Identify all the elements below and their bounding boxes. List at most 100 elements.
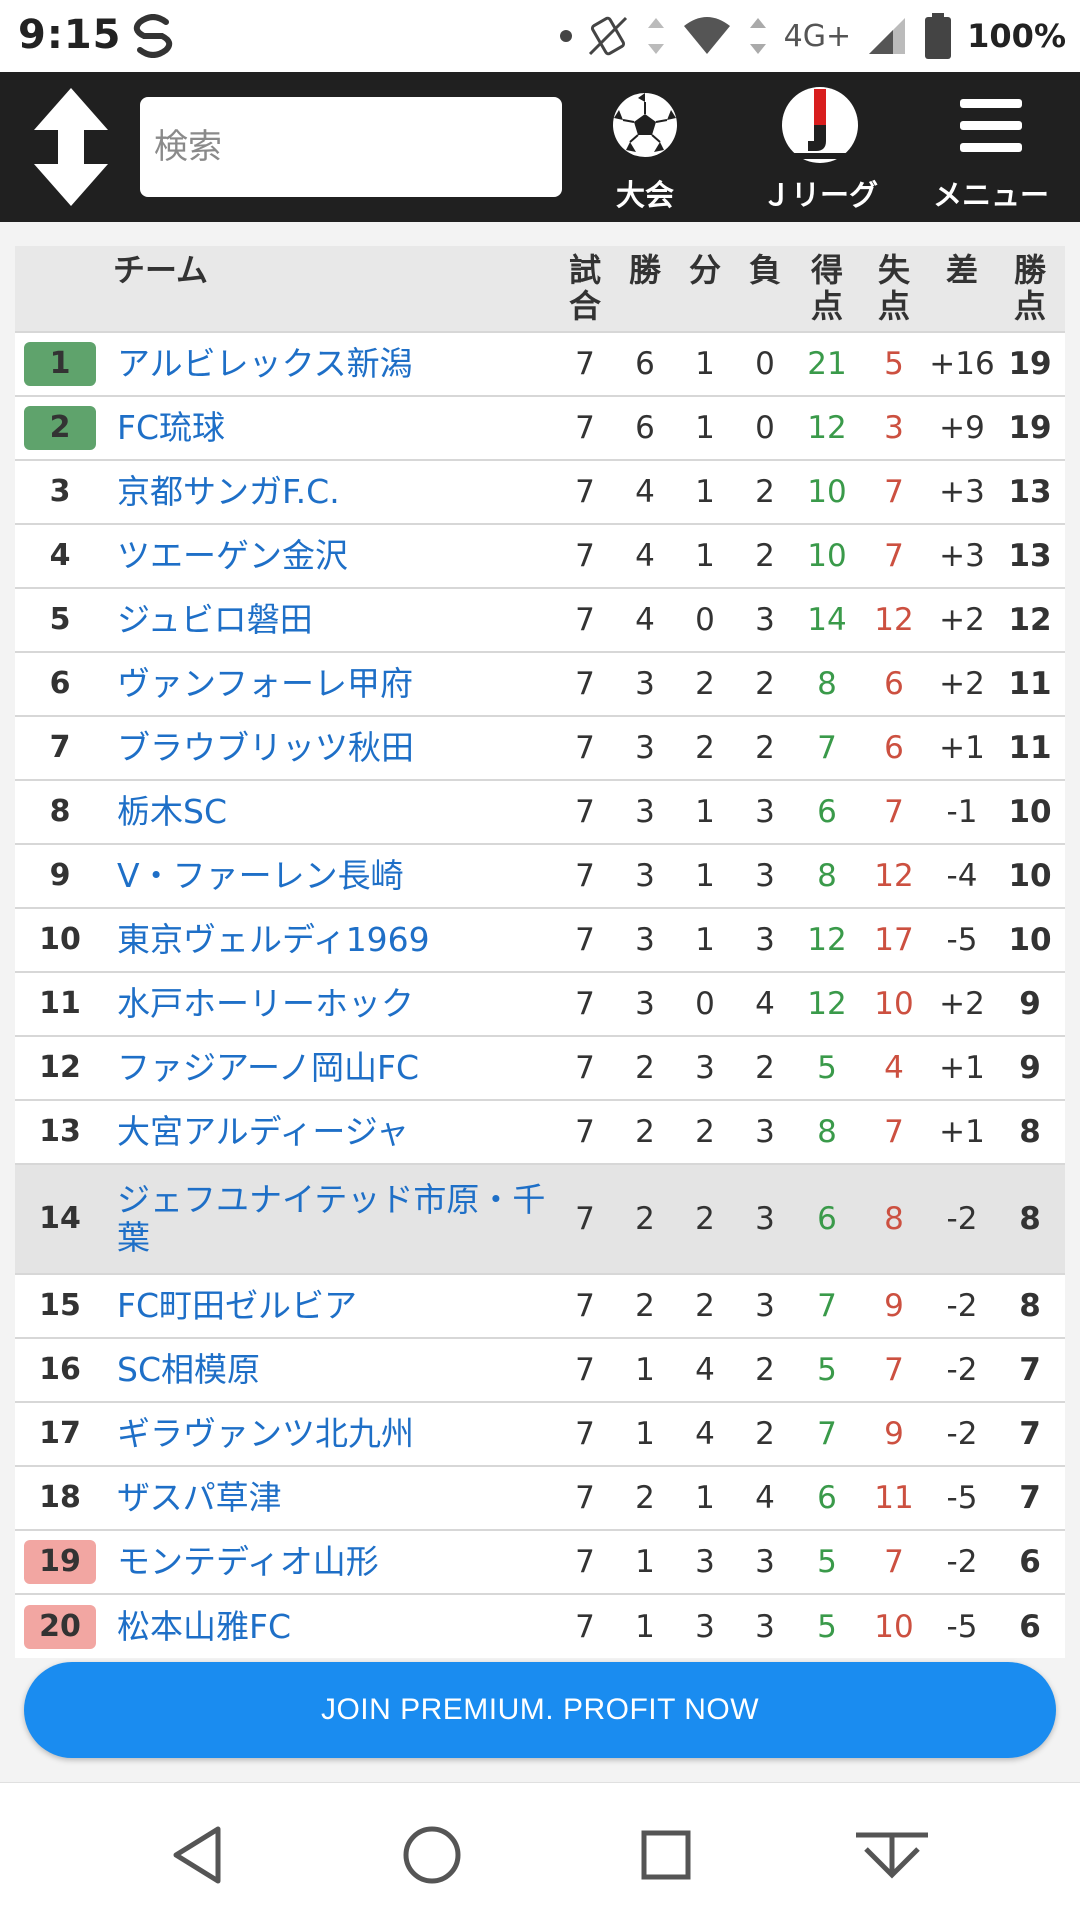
points-cell: 19: [995, 395, 1066, 460]
goals-against-cell: 5: [859, 331, 930, 396]
table-row[interactable]: 20 松本山雅FC 7 1 3 3 5 10 -5 6: [15, 1593, 1066, 1658]
goal-diff-cell: -1: [929, 779, 996, 844]
team-link[interactable]: SC相模原: [105, 1337, 556, 1402]
hide-keyboard-button[interactable]: [852, 1815, 932, 1895]
table-row[interactable]: 12 ファジアーノ岡山FC 7 2 3 2 5 4 +1 9: [15, 1035, 1066, 1100]
goals-for-cell: 12: [795, 907, 860, 972]
draw-cell: 2: [675, 715, 736, 780]
scroll-updown-icon[interactable]: [26, 86, 116, 208]
goals-for-cell: 12: [795, 395, 860, 460]
rank-badge: 11: [39, 986, 81, 1021]
played-cell: 7: [555, 1099, 616, 1164]
goals-against-cell: 6: [859, 651, 930, 716]
team-link[interactable]: ファジアーノ岡山FC: [105, 1035, 556, 1100]
loss-cell: 0: [735, 331, 796, 396]
table-row[interactable]: 1 アルビレックス新潟 7 6 1 0 21 5 +16 19: [15, 331, 1066, 396]
table-row[interactable]: 2 FC琉球 7 6 1 0 12 3 +9 19: [15, 395, 1066, 460]
search-input[interactable]: [140, 97, 562, 197]
table-row[interactable]: 8 栃木SC 7 3 1 3 6 7 -1 10: [15, 779, 1066, 844]
team-link[interactable]: 京都サンガF.C.: [105, 459, 556, 524]
recents-button[interactable]: [626, 1815, 706, 1895]
win-cell: 2: [615, 1163, 676, 1274]
team-link[interactable]: モンテディオ山形: [105, 1529, 556, 1594]
team-link[interactable]: ザスパ草津: [105, 1465, 556, 1530]
nav-menu[interactable]: メニュー: [924, 82, 1058, 214]
status-time: 9:15: [18, 12, 122, 58]
table-row[interactable]: 15 FC町田ゼルビア 7 2 2 3 7 9 -2 8: [15, 1273, 1066, 1338]
goal-diff-cell: -2: [929, 1401, 996, 1466]
team-link[interactable]: ヴァンフォーレ甲府: [105, 651, 556, 716]
played-cell: 7: [555, 1593, 616, 1658]
draw-cell: 2: [675, 1273, 736, 1338]
app-notification-icon: [133, 14, 173, 58]
team-link[interactable]: FC琉球: [105, 395, 556, 460]
goals-against-cell: 7: [859, 1337, 930, 1402]
rank-cell: 7: [15, 715, 105, 780]
team-link[interactable]: FC町田ゼルビア: [105, 1273, 556, 1338]
goals-for-cell: 10: [795, 523, 860, 588]
header-draw: 分: [675, 246, 736, 332]
table-row[interactable]: 5 ジュビロ磐田 7 4 0 3 14 12 +2 12: [15, 587, 1066, 652]
table-row[interactable]: 11 水戸ホーリーホック 7 3 0 4 12 10 +2 9: [15, 971, 1066, 1036]
draw-cell: 1: [675, 459, 736, 524]
goal-diff-cell: +3: [929, 459, 996, 524]
team-link[interactable]: ツエーゲン金沢: [105, 523, 556, 588]
team-link[interactable]: 松本山雅FC: [105, 1593, 556, 1658]
table-row[interactable]: 10 東京ヴェルディ1969 7 3 1 3 12 17 -5 10: [15, 907, 1066, 972]
points-cell: 7: [995, 1401, 1066, 1466]
table-row[interactable]: 19 モンテディオ山形 7 1 3 3 5 7 -2 6: [15, 1529, 1066, 1594]
draw-cell: 3: [675, 1593, 736, 1658]
draw-cell: 3: [675, 1529, 736, 1594]
rank-badge: 17: [39, 1416, 81, 1451]
jleague-logo-icon: [782, 87, 858, 163]
team-link[interactable]: ジュビロ磐田: [105, 587, 556, 652]
team-link[interactable]: ジェフユナイテッド市原・千葉: [105, 1163, 556, 1274]
home-button[interactable]: [392, 1815, 472, 1895]
table-row[interactable]: 13 大宮アルディージャ 7 2 2 3 8 7 +1 8: [15, 1099, 1066, 1164]
draw-cell: 0: [675, 971, 736, 1036]
rank-badge: 5: [49, 602, 71, 637]
table-row[interactable]: 14 ジェフユナイテッド市原・千葉 7 2 2 3 6 8 -2 8: [15, 1163, 1066, 1274]
nav-jleague[interactable]: Ｊリーグ: [755, 82, 885, 214]
network-type: 4G+: [783, 18, 852, 54]
played-cell: 7: [555, 1273, 616, 1338]
premium-cta-button[interactable]: JOIN PREMIUM. PROFIT NOW: [24, 1662, 1056, 1758]
battery-icon: [925, 13, 952, 59]
played-cell: 7: [555, 1465, 616, 1530]
team-link[interactable]: 大宮アルディージャ: [105, 1099, 556, 1164]
status-icons: 4G+ 100%: [559, 10, 1066, 62]
table-row[interactable]: 6 ヴァンフォーレ甲府 7 3 2 2 8 6 +2 11: [15, 651, 1066, 716]
team-link[interactable]: ブラウブリッツ秋田: [105, 715, 556, 780]
team-link[interactable]: ギラヴァンツ北九州: [105, 1401, 556, 1466]
header-goal-diff: 差: [929, 246, 996, 332]
draw-cell: 1: [675, 779, 736, 844]
played-cell: 7: [555, 971, 616, 1036]
goals-against-cell: 17: [859, 907, 930, 972]
team-link[interactable]: アルビレックス新潟: [105, 331, 556, 396]
team-link[interactable]: 東京ヴェルディ1969: [105, 907, 556, 972]
points-cell: 10: [995, 907, 1066, 972]
back-button[interactable]: [158, 1815, 238, 1895]
draw-cell: 1: [675, 395, 736, 460]
nav-tournament[interactable]: 大会: [595, 82, 695, 214]
rank-cell: 6: [15, 651, 105, 716]
team-link[interactable]: 栃木SC: [105, 779, 556, 844]
table-row[interactable]: 4 ツエーゲン金沢 7 4 1 2 10 7 +3 13: [15, 523, 1066, 588]
goals-for-cell: 21: [795, 331, 860, 396]
header-points: 勝点: [995, 246, 1066, 332]
points-cell: 9: [995, 1035, 1066, 1100]
table-row[interactable]: 3 京都サンガF.C. 7 4 1 2 10 7 +3 13: [15, 459, 1066, 524]
draw-cell: 4: [675, 1337, 736, 1402]
loss-cell: 3: [735, 1099, 796, 1164]
goal-diff-cell: +16: [929, 331, 996, 396]
team-link[interactable]: 水戸ホーリーホック: [105, 971, 556, 1036]
table-row[interactable]: 9 V・ファーレン長崎 7 3 1 3 8 12 -4 10: [15, 843, 1066, 908]
table-row[interactable]: 16 SC相模原 7 1 4 2 5 7 -2 7: [15, 1337, 1066, 1402]
win-cell: 3: [615, 907, 676, 972]
points-cell: 10: [995, 843, 1066, 908]
table-row[interactable]: 7 ブラウブリッツ秋田 7 3 2 2 7 6 +1 11: [15, 715, 1066, 780]
team-link[interactable]: V・ファーレン長崎: [105, 843, 556, 908]
draw-cell: 3: [675, 1035, 736, 1100]
table-row[interactable]: 17 ギラヴァンツ北九州 7 1 4 2 7 9 -2 7: [15, 1401, 1066, 1466]
table-row[interactable]: 18 ザスパ草津 7 2 1 4 6 11 -5 7: [15, 1465, 1066, 1530]
